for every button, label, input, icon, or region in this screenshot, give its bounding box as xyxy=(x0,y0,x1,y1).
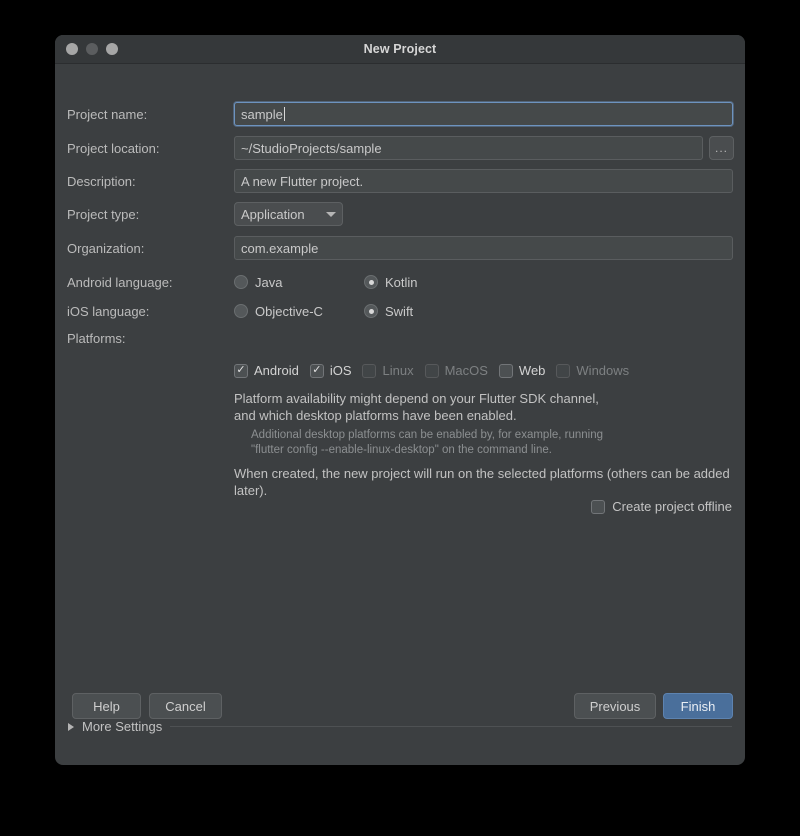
checkbox-unchecked-icon xyxy=(424,363,439,378)
dialog-body: Project name: sample Project location: ~… xyxy=(55,64,745,735)
description-input[interactable]: A new Flutter project. xyxy=(234,169,733,193)
android-language-label: Android language: xyxy=(67,274,173,290)
window-controls xyxy=(66,43,118,55)
checkbox-label: MacOS xyxy=(444,363,488,378)
window-title: New Project xyxy=(363,42,437,56)
organization-row: Organization: com.example xyxy=(55,235,745,261)
checkbox-label: Create project offline xyxy=(612,499,732,514)
new-project-dialog: New Project Project name: sample Project… xyxy=(55,35,745,765)
help-button[interactable]: Help xyxy=(72,693,141,719)
project-location-row: Project location: ~/StudioProjects/sampl… xyxy=(55,135,745,161)
organization-input[interactable]: com.example xyxy=(234,236,733,260)
checkbox-web[interactable]: Web xyxy=(498,363,546,378)
project-location-value: ~/StudioProjects/sample xyxy=(241,140,382,156)
dialog-button-bar: Help Cancel Previous Finish xyxy=(55,679,745,735)
platforms-label: Platforms: xyxy=(67,330,126,346)
android-language-row: Android language: Java Kotlin xyxy=(55,269,745,295)
radio-label: Java xyxy=(255,274,283,290)
checkbox-checked-icon xyxy=(234,363,248,378)
project-type-value: Application xyxy=(241,206,305,222)
project-type-label: Project type: xyxy=(67,206,140,222)
minimize-window-icon[interactable] xyxy=(86,43,98,55)
project-name-input[interactable]: sample xyxy=(234,102,733,126)
checkbox-linux: Linux xyxy=(362,363,414,378)
radio-android-kotlin[interactable]: Kotlin xyxy=(364,275,418,290)
text-caret xyxy=(283,107,285,121)
availability-note-line1: Platform availability might depend on yo… xyxy=(234,391,599,406)
close-window-icon[interactable] xyxy=(66,43,78,55)
project-type-dropdown[interactable]: Application xyxy=(234,202,343,226)
desktop-hint-line1: Additional desktop platforms can be enab… xyxy=(251,429,604,441)
platforms-row: Platforms: xyxy=(55,325,745,351)
chevron-down-icon xyxy=(326,211,336,217)
project-location-input[interactable]: ~/StudioProjects/sample xyxy=(234,136,703,160)
availability-note-line2: and which desktop platforms have been en… xyxy=(234,408,517,423)
radio-ios-objective-c[interactable]: Objective-C xyxy=(234,304,323,319)
maximize-window-icon[interactable] xyxy=(106,43,118,55)
project-name-row: Project name: sample xyxy=(55,101,745,127)
description-row: Description: A new Flutter project. xyxy=(55,168,745,194)
checkbox-android[interactable]: Android xyxy=(234,363,299,378)
radio-android-java[interactable]: Java xyxy=(234,275,282,290)
radio-circle-selected-icon xyxy=(364,304,378,318)
checkbox-label: iOS xyxy=(329,363,352,378)
cancel-button[interactable]: Cancel xyxy=(149,693,222,719)
organization-value: com.example xyxy=(241,240,319,256)
created-note: When created, the new project will run o… xyxy=(234,466,730,498)
project-location-label: Project location: xyxy=(67,140,160,156)
checkbox-macos: MacOS xyxy=(424,363,488,378)
description-value: A new Flutter project. xyxy=(241,173,364,189)
previous-button[interactable]: Previous xyxy=(574,693,656,719)
project-type-row: Project type: Application xyxy=(55,201,745,227)
radio-ios-swift[interactable]: Swift xyxy=(364,304,413,319)
radio-label: Kotlin xyxy=(385,274,418,290)
checkbox-windows: Windows xyxy=(556,363,629,378)
checkbox-ios[interactable]: iOS xyxy=(309,363,352,378)
checkbox-unchecked-icon xyxy=(591,499,606,514)
desktop-background: New Project Project name: sample Project… xyxy=(0,0,800,836)
radio-circle-icon xyxy=(234,304,248,318)
desktop-hint-line2: "flutter config --enable-linux-desktop" … xyxy=(251,444,552,456)
checkbox-unchecked-icon xyxy=(498,363,513,378)
project-name-label: Project name: xyxy=(67,106,148,122)
project-name-value: sample xyxy=(241,106,283,122)
checkbox-label: Linux xyxy=(382,363,414,378)
ios-language-row: iOS language: Objective-C Swift xyxy=(55,298,745,324)
checkbox-label: Windows xyxy=(576,363,630,378)
checkbox-create-project-offline[interactable]: Create project offline xyxy=(591,499,732,514)
radio-label: Swift xyxy=(385,303,414,319)
radio-circle-icon xyxy=(234,275,248,289)
radio-circle-selected-icon xyxy=(364,275,378,289)
organization-label: Organization: xyxy=(67,240,145,256)
description-label: Description: xyxy=(67,173,136,189)
checkbox-unchecked-icon xyxy=(556,363,571,378)
checkbox-checked-icon xyxy=(309,363,324,378)
checkbox-label: Web xyxy=(518,363,546,378)
checkbox-unchecked-icon xyxy=(362,363,377,378)
finish-button[interactable]: Finish xyxy=(663,693,733,719)
radio-label: Objective-C xyxy=(255,303,323,319)
checkbox-label: Android xyxy=(254,363,299,378)
platforms-checkbox-group: Android iOS Linux MacOS Web xyxy=(234,363,640,378)
ios-language-label: iOS language: xyxy=(67,303,150,319)
window-titlebar: New Project xyxy=(55,35,745,64)
browse-folder-button[interactable]: ... xyxy=(709,136,734,160)
